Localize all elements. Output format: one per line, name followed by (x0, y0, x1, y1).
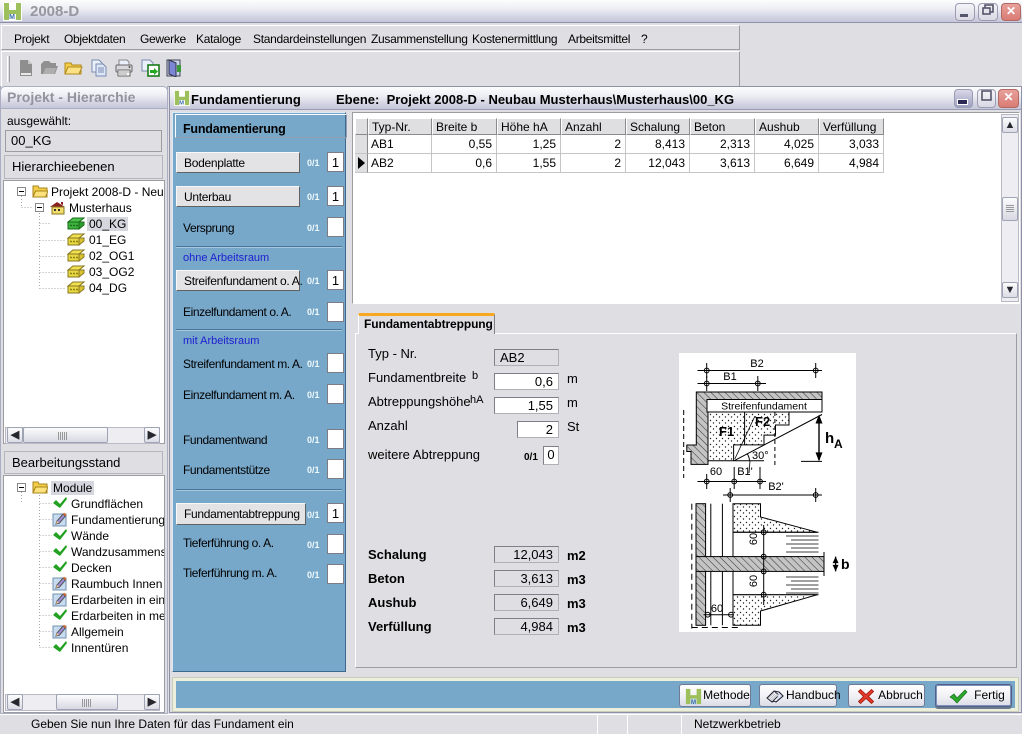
svg-text:B1': B1' (737, 466, 753, 478)
svg-text:M: M (691, 699, 696, 705)
svg-text:60: 60 (748, 533, 760, 545)
svg-text:A: A (834, 437, 843, 451)
svg-text:60: 60 (711, 603, 723, 615)
svg-text:60: 60 (710, 466, 722, 478)
svg-text:M: M (9, 14, 15, 21)
svg-text:B2: B2 (750, 358, 763, 370)
svg-text:M: M (179, 100, 184, 106)
svg-text:60: 60 (748, 575, 760, 587)
svg-text:30°: 30° (752, 450, 769, 462)
svg-text:B1: B1 (723, 371, 736, 383)
svg-text:B2': B2' (768, 481, 784, 493)
svg-text:b: b (841, 556, 850, 572)
svg-text:Streifenfundament: Streifenfundament (721, 401, 807, 413)
svg-text:F2: F2 (755, 414, 770, 429)
svg-text:F1: F1 (719, 424, 734, 439)
svg-text:h: h (825, 430, 834, 447)
